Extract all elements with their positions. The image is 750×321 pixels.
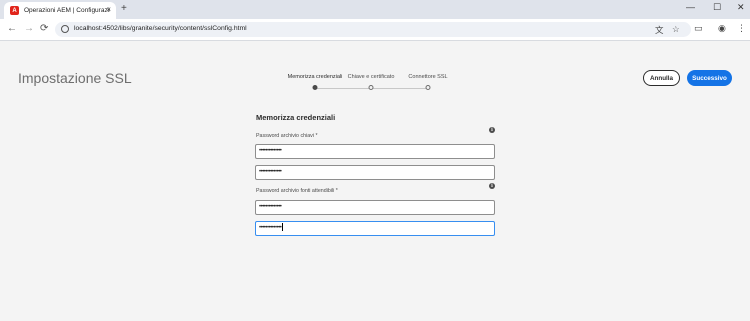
keystore-password-label: Password archivio chiavi *: [256, 133, 318, 139]
step-dot-ssl-connector: [425, 85, 431, 90]
browser-toolbar: ← → ⟳ localhost:4502/libs/granite/securi…: [0, 19, 750, 40]
url-text[interactable]: localhost:4502/libs/granite/security/con…: [74, 25, 247, 32]
truststore-password-confirm-field[interactable]: ••••••••••••••: [255, 221, 495, 236]
text-caret: [282, 223, 284, 232]
step-label-key-certificate: Chiave e certificato: [347, 74, 395, 80]
page-header: Impostazione SSL Memorizza credenziali C…: [0, 55, 750, 101]
keystore-password-confirm-field[interactable]: ••••••••••••••: [255, 165, 495, 180]
translate-icon[interactable]: 文: [655, 24, 664, 36]
next-button[interactable]: Successivo: [687, 70, 732, 86]
truststore-info-icon[interactable]: i: [489, 183, 495, 189]
more-vert-icon[interactable]: ⋮: [737, 23, 746, 34]
tab-title: Operazioni AEM | Configurazio: [24, 7, 110, 14]
forward-icon[interactable]: →: [24, 23, 34, 34]
step-dot-credentials: [312, 85, 318, 90]
keystore-password-field[interactable]: ••••••••••••••: [255, 144, 495, 159]
site-info-icon[interactable]: [61, 25, 69, 33]
profile-icon[interactable]: ◉: [718, 23, 726, 34]
truststore-confirm-value: ••••••••••••••: [259, 225, 282, 231]
browser-tab[interactable]: A Operazioni AEM | Configurazio ×: [4, 2, 116, 19]
minimize-icon[interactable]: —: [686, 2, 695, 12]
side-panel-icon[interactable]: ▭: [694, 23, 703, 34]
truststore-password-label: Password archivio fonti attendibili *: [256, 188, 338, 194]
truststore-password-field[interactable]: ••••••••••••••: [255, 200, 495, 215]
step-label-ssl-connector: Connettore SSL: [408, 74, 448, 80]
close-window-icon[interactable]: ✕: [737, 2, 745, 13]
page-title: Impostazione SSL: [18, 70, 132, 86]
form-title: Memorizza credenziali: [256, 113, 336, 122]
chrome-divider: [0, 40, 750, 41]
reload-icon[interactable]: ⟳: [40, 23, 48, 34]
new-tab-button[interactable]: +: [121, 3, 127, 14]
address-bar[interactable]: localhost:4502/libs/granite/security/con…: [55, 22, 691, 37]
cancel-button[interactable]: Annulla: [643, 70, 680, 86]
star-icon[interactable]: ☆: [672, 24, 680, 35]
tab-close-icon[interactable]: ×: [106, 5, 111, 14]
keystore-info-icon[interactable]: i: [489, 127, 495, 133]
adobe-favicon-icon: A: [10, 6, 19, 15]
maximize-icon[interactable]: ☐: [713, 2, 721, 13]
step-dot-key-certificate: [368, 85, 374, 90]
browser-tabstrip: A Operazioni AEM | Configurazio × + — ☐ …: [0, 0, 750, 19]
back-icon[interactable]: ←: [7, 23, 17, 34]
step-label-credentials: Memorizza credenziali: [287, 74, 343, 80]
